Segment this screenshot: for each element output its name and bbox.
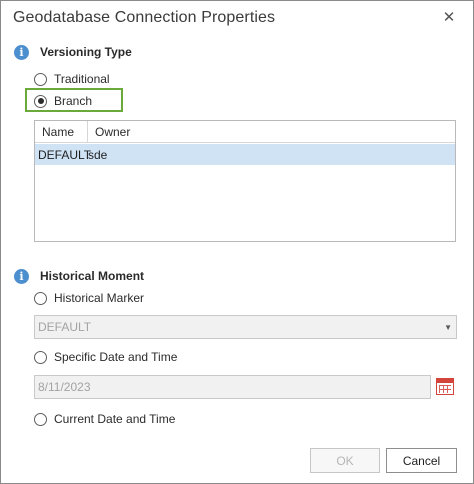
historical-marker-radio-option[interactable]: Historical Marker [34,291,144,305]
branch-radio[interactable] [34,94,47,108]
date-input[interactable]: 8/11/2023 [34,375,431,399]
historical-moment-heading: Historical Moment [40,269,145,283]
close-button[interactable]: ✕ [439,7,459,27]
versioning-type-heading: Versioning Type [40,45,132,59]
traditional-radio[interactable] [34,72,47,86]
specific-date-radio-option[interactable]: Specific Date and Time [34,350,177,364]
historical-marker-radio[interactable] [34,291,47,305]
current-date-label: Current Date and Time [54,412,176,426]
branch-radio-option[interactable]: Branch [34,94,92,108]
geodatabase-connection-properties-dialog: Geodatabase Connection Properties ✕ i Ve… [0,0,474,484]
traditional-label: Traditional [54,72,110,86]
column-header-owner[interactable]: Owner [88,121,134,142]
calendar-icon[interactable] [436,378,454,395]
close-icon: ✕ [442,9,456,26]
dialog-title: Geodatabase Connection Properties [13,9,276,26]
column-header-name[interactable]: Name [35,121,88,142]
chevron-down-icon: ▼ [444,323,452,332]
historical-marker-label: Historical Marker [54,291,145,305]
table-row[interactable]: DEFAULT sde [35,144,455,165]
current-date-radio[interactable] [34,412,47,426]
specific-date-radio[interactable] [34,350,47,364]
branch-versions-table: Name Owner DEFAULT sde [34,120,456,242]
info-icon: i [14,269,29,284]
row-name-cell: DEFAULT [38,147,92,162]
cancel-button[interactable]: Cancel [386,448,457,473]
info-icon: i [14,45,29,60]
ok-button[interactable]: OK [310,448,380,473]
branch-label: Branch [54,94,93,108]
historical-marker-value: DEFAULT [38,320,92,334]
historical-marker-select[interactable]: DEFAULT ▼ [34,315,457,339]
table-header: Name Owner [35,121,455,143]
row-owner-cell: sde [88,147,108,162]
date-value: 8/11/2023 [38,380,91,394]
current-date-radio-option[interactable]: Current Date and Time [34,412,175,426]
traditional-radio-option[interactable]: Traditional [34,72,110,86]
specific-date-label: Specific Date and Time [54,350,178,364]
